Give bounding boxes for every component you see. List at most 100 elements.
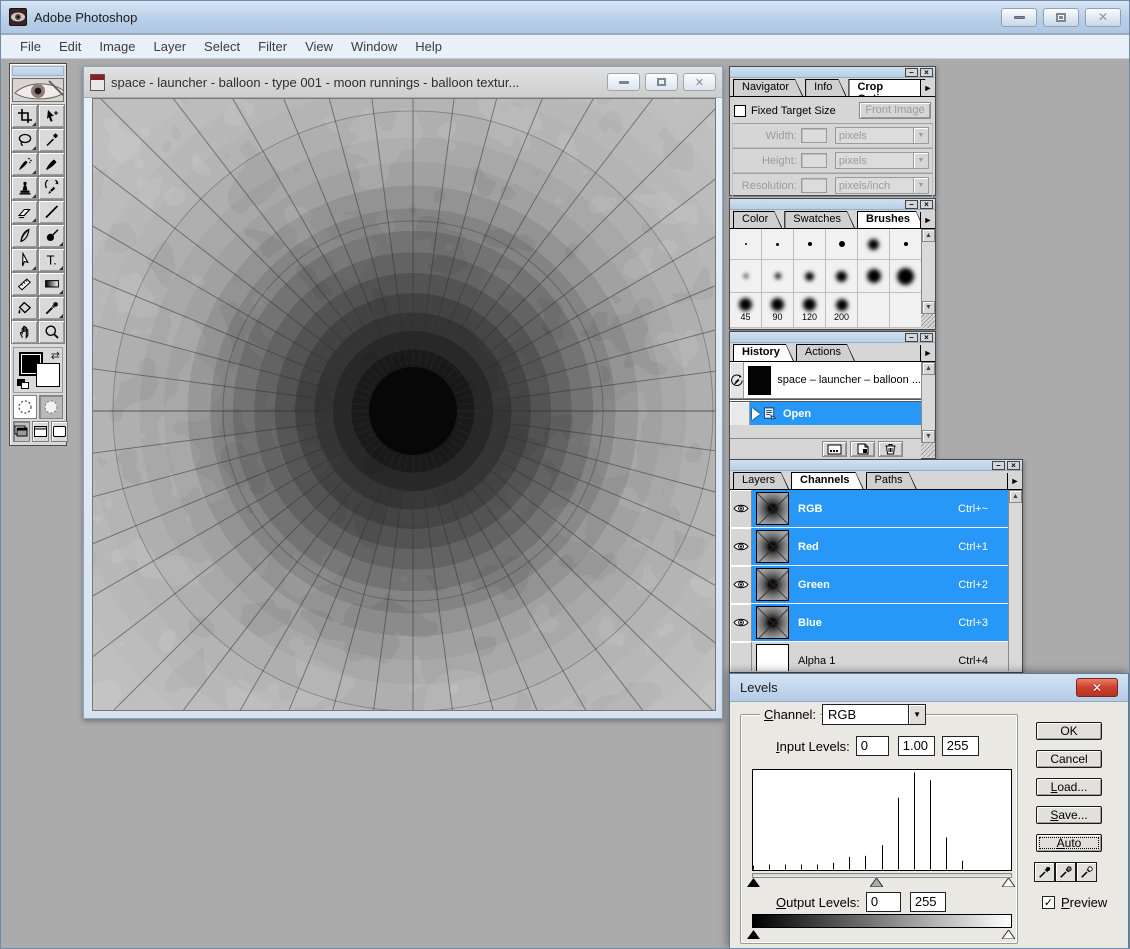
output-white-slider[interactable] xyxy=(1002,930,1015,939)
tab-actions[interactable]: Actions xyxy=(796,344,855,361)
fullscreen-mode-button[interactable] xyxy=(51,421,68,442)
toolbox-drag-strip[interactable] xyxy=(12,66,64,76)
tab-channels[interactable]: Channels xyxy=(791,472,864,489)
move-tool[interactable] xyxy=(38,104,65,128)
channel-thumbnail[interactable] xyxy=(756,530,789,563)
eraser-tool[interactable] xyxy=(11,200,38,224)
menu-window[interactable]: Window xyxy=(342,36,406,57)
zoom-tool[interactable] xyxy=(38,320,65,344)
brush-preset[interactable] xyxy=(858,260,889,292)
brush-preset[interactable]: 200 xyxy=(826,293,857,327)
field-input[interactable] xyxy=(801,128,827,143)
output-white-field[interactable]: 255 xyxy=(910,892,946,912)
rubber-stamp-tool[interactable] xyxy=(11,176,38,200)
output-black-field[interactable]: 0 xyxy=(866,892,901,912)
tab-brushes[interactable]: Brushes xyxy=(857,211,924,228)
doc-minimize-button[interactable] xyxy=(607,73,640,91)
load-button[interactable]: Load... xyxy=(1036,778,1102,796)
fixed-target-size-checkbox[interactable] xyxy=(734,105,746,117)
black-point-eyedropper-button[interactable] xyxy=(1034,862,1055,882)
cancel-button[interactable]: Cancel xyxy=(1036,750,1102,768)
tab-history[interactable]: History xyxy=(733,344,794,361)
channel-thumbnail[interactable] xyxy=(756,606,789,639)
brush-preset[interactable] xyxy=(794,229,825,259)
input-black-field[interactable]: 0 xyxy=(856,736,889,756)
doc-close-button[interactable]: ✕ xyxy=(683,73,716,91)
brush-preset[interactable] xyxy=(890,229,921,259)
doc-maximize-button[interactable] xyxy=(645,73,678,91)
document-titlebar[interactable]: space - launcher - balloon - type 001 - … xyxy=(84,67,722,98)
channels-scrollbar[interactable]: ▲ xyxy=(1008,490,1022,671)
scroll-up-icon[interactable]: ▲ xyxy=(1009,490,1022,503)
brush-preset[interactable] xyxy=(890,293,921,327)
brush-preset[interactable] xyxy=(890,260,921,292)
close-button[interactable]: ✕ xyxy=(1085,8,1121,27)
history-brush-tool[interactable] xyxy=(38,176,65,200)
history-brush-source-cell[interactable] xyxy=(730,362,744,398)
lasso-tool[interactable] xyxy=(11,128,38,152)
swap-colors-icon[interactable]: ⇄ xyxy=(51,349,60,362)
crop-tool[interactable] xyxy=(11,104,38,128)
panel-minimize-button[interactable]: – xyxy=(905,333,918,342)
standard-screen-mode-button[interactable] xyxy=(13,421,30,442)
save-button[interactable]: Save... xyxy=(1036,806,1102,824)
visibility-toggle[interactable] xyxy=(730,604,752,641)
magic-wand-tool[interactable] xyxy=(38,128,65,152)
direct-select-tool[interactable] xyxy=(11,248,38,272)
panel-minimize-button[interactable]: – xyxy=(905,68,918,77)
unit-select[interactable]: pixels/inch▼ xyxy=(835,177,929,194)
channel-row-red[interactable]: RedCtrl+1 xyxy=(730,528,1008,566)
visibility-toggle[interactable] xyxy=(730,642,752,671)
brush-preset[interactable] xyxy=(730,229,761,259)
scroll-down-icon[interactable]: ▼ xyxy=(922,430,935,443)
levels-close-button[interactable]: ✕ xyxy=(1076,678,1118,697)
brush-preset[interactable] xyxy=(762,229,793,259)
panel-close-button[interactable]: × xyxy=(1007,461,1020,470)
panel-menu-arrow[interactable]: ► xyxy=(920,345,935,361)
levels-titlebar[interactable]: Levels ✕ xyxy=(730,674,1128,702)
background-color-swatch[interactable] xyxy=(36,363,60,387)
fullscreen-menubar-mode-button[interactable] xyxy=(32,421,49,442)
tab-info[interactable]: Info xyxy=(805,79,846,96)
minimize-button[interactable] xyxy=(1001,8,1037,27)
brush-preset[interactable] xyxy=(762,260,793,292)
delete-state-button[interactable] xyxy=(878,441,903,457)
chevron-down-icon[interactable]: ▼ xyxy=(913,153,928,168)
tab-swatches[interactable]: Swatches xyxy=(784,211,855,228)
chevron-down-icon[interactable]: ▼ xyxy=(913,128,928,143)
airbrush-tool[interactable] xyxy=(11,152,38,176)
panel-close-button[interactable]: × xyxy=(920,333,933,342)
history-state-row[interactable]: Open xyxy=(730,402,921,425)
unit-select[interactable]: pixels▼ xyxy=(835,152,929,169)
output-black-slider[interactable] xyxy=(747,930,760,939)
panel-titlebar[interactable]: – × xyxy=(730,332,935,343)
brush-preset[interactable] xyxy=(730,260,761,292)
pen-tool[interactable] xyxy=(11,224,38,248)
chevron-down-icon[interactable]: ▼ xyxy=(913,178,928,193)
menu-filter[interactable]: Filter xyxy=(249,36,296,57)
brush-preset[interactable]: 120 xyxy=(794,293,825,327)
blur-tool[interactable] xyxy=(38,224,65,248)
panel-titlebar[interactable]: – × xyxy=(730,67,935,78)
channel-select[interactable]: RGB ▼ xyxy=(822,704,926,725)
panel-menu-arrow[interactable]: ► xyxy=(920,212,935,228)
panel-resize-grip[interactable] xyxy=(921,443,935,457)
menu-select[interactable]: Select xyxy=(195,36,249,57)
auto-button[interactable]: Auto xyxy=(1036,834,1102,852)
scroll-down-icon[interactable]: ▼ xyxy=(922,301,935,314)
channel-row-blue[interactable]: BlueCtrl+3 xyxy=(730,604,1008,642)
menu-image[interactable]: Image xyxy=(90,36,144,57)
panel-titlebar[interactable]: – × xyxy=(730,199,935,210)
channel-thumbnail[interactable] xyxy=(756,644,789,671)
tab-layers[interactable]: Layers xyxy=(733,472,789,489)
panel-menu-arrow[interactable]: ► xyxy=(920,80,935,96)
brush-preset[interactable] xyxy=(858,229,889,259)
scroll-up-icon[interactable]: ▲ xyxy=(922,362,935,375)
history-source-cell[interactable] xyxy=(730,402,750,425)
unit-select[interactable]: pixels▼ xyxy=(835,127,929,144)
panel-menu-arrow[interactable]: ► xyxy=(1007,473,1022,489)
panel-close-button[interactable]: × xyxy=(920,200,933,209)
ok-button[interactable]: OK xyxy=(1036,722,1102,740)
brush-preset[interactable]: 45 xyxy=(730,293,761,327)
gradient-tool[interactable] xyxy=(38,272,65,296)
